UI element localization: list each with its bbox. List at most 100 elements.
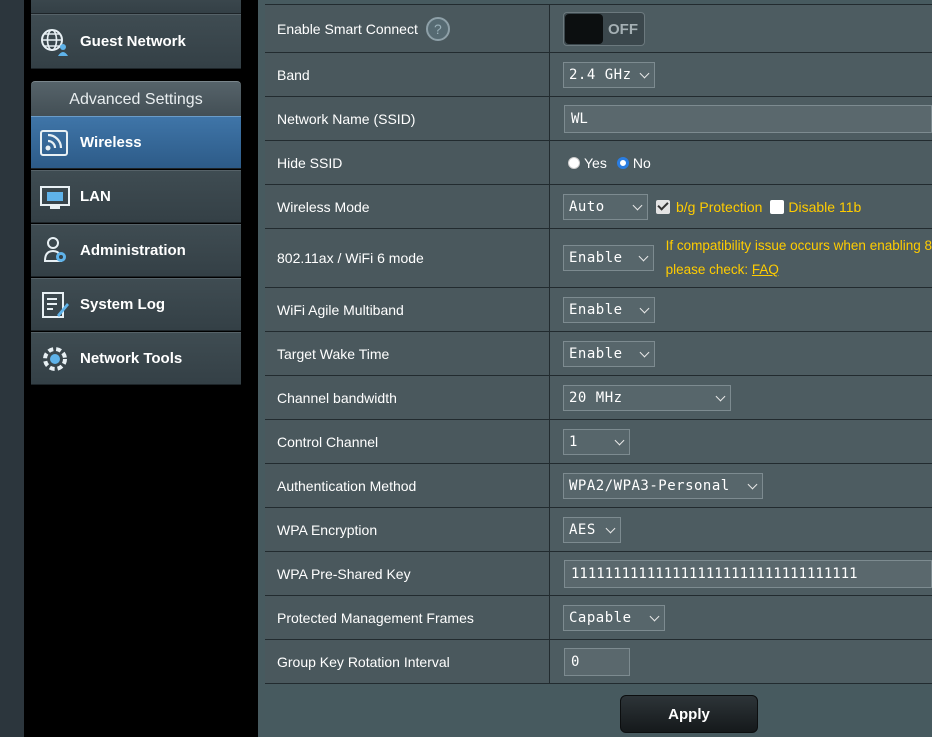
ssid-input[interactable]: WL bbox=[564, 104, 932, 133]
smart-connect-label: Enable Smart Connect bbox=[277, 20, 418, 37]
row-agile-multiband: WiFi Agile Multiband Enable bbox=[265, 288, 932, 332]
bg-protection-checkbox[interactable] bbox=[656, 199, 670, 214]
checkbox-label: b/g Protection bbox=[676, 198, 763, 215]
target-wake-time-select-value: Enable bbox=[569, 345, 623, 362]
toggle-state: OFF bbox=[608, 20, 638, 38]
warning-text: please check: bbox=[665, 262, 752, 277]
apply-button[interactable]: Apply bbox=[620, 695, 758, 733]
row-label: WPA Encryption bbox=[265, 508, 550, 551]
row-value: Auto b/g Protection Disable 11b bbox=[550, 185, 932, 228]
sidebar-item-guest-network[interactable]: Guest Network bbox=[31, 14, 241, 69]
radio-label: Yes bbox=[584, 154, 607, 171]
control-channel-select-value: 1 bbox=[569, 433, 578, 450]
hide-ssid-yes-radio[interactable] bbox=[568, 156, 580, 169]
wifi6-mode-select[interactable]: Enable bbox=[563, 245, 654, 271]
administration-icon bbox=[38, 234, 72, 268]
row-value: OFF bbox=[550, 5, 932, 52]
control-channel-select[interactable]: 1 bbox=[563, 428, 630, 455]
row-value: 2.4 GHz bbox=[550, 53, 932, 96]
hide-ssid-no-radio[interactable] bbox=[616, 156, 629, 169]
wifi6-warning: If compatibility issue occurs when enabl… bbox=[666, 234, 932, 282]
sidebar-item-label: Guest Network bbox=[80, 33, 186, 50]
lan-icon bbox=[38, 180, 72, 214]
row-value: 0 bbox=[550, 640, 932, 683]
help-icon[interactable]: ? bbox=[425, 16, 450, 41]
authentication-method-select[interactable]: WPA2/WPA3-Personal bbox=[563, 472, 763, 499]
wireless-mode-select[interactable]: Auto bbox=[563, 193, 648, 220]
wireless-settings-table: Enable Smart Connect ? OFF Band 2.4 GHz … bbox=[265, 4, 932, 684]
row-value: WL bbox=[550, 97, 932, 140]
chevron-down-icon bbox=[639, 303, 650, 313]
row-value: Enable If compatibility issue occurs whe… bbox=[550, 229, 932, 287]
channel-bandwidth-select[interactable]: 20 MHz bbox=[563, 384, 731, 411]
psk-input[interactable]: 1111111111111111111111111111111111 bbox=[564, 559, 932, 588]
warning-line-2: please check: FAQ bbox=[666, 258, 932, 282]
network-tools-icon bbox=[38, 342, 72, 376]
row-value: Enable bbox=[550, 332, 932, 375]
chevron-down-icon bbox=[614, 435, 625, 445]
row-label: Band bbox=[265, 53, 550, 96]
pmf-select[interactable]: Capable bbox=[563, 604, 665, 631]
row-value: 1 bbox=[550, 420, 932, 463]
sidebar-item-label: Network Tools bbox=[80, 350, 183, 367]
smart-connect-toggle[interactable]: OFF bbox=[563, 11, 645, 46]
row-wireless-mode: Wireless Mode Auto b/g Protection Disabl… bbox=[265, 185, 932, 229]
row-label: 802.11ax / WiFi 6 mode bbox=[265, 229, 550, 287]
chevron-down-icon bbox=[639, 68, 650, 78]
row-label: Wireless Mode bbox=[265, 185, 550, 228]
row-pmf: Protected Management Frames Capable bbox=[265, 596, 932, 640]
row-label: Group Key Rotation Interval bbox=[265, 640, 550, 683]
group-key-input[interactable]: 0 bbox=[564, 647, 630, 676]
system-log-icon bbox=[38, 288, 72, 322]
band-select[interactable]: 2.4 GHz bbox=[563, 61, 655, 88]
row-wpa-psk: WPA Pre-Shared Key 111111111111111111111… bbox=[265, 552, 932, 596]
sidebar-item-top[interactable] bbox=[31, 0, 241, 14]
row-value: Enable bbox=[550, 288, 932, 331]
row-value: 20 MHz bbox=[550, 376, 932, 419]
row-hide-ssid: Hide SSID Yes No bbox=[265, 141, 932, 185]
toggle-knob bbox=[565, 13, 603, 44]
row-control-channel: Control Channel 1 bbox=[265, 420, 932, 464]
chevron-down-icon bbox=[747, 479, 758, 489]
target-wake-time-select[interactable]: Enable bbox=[563, 340, 655, 367]
row-ssid: Network Name (SSID) WL bbox=[265, 97, 932, 141]
wireless-icon bbox=[38, 126, 72, 160]
row-authentication-method: Authentication Method WPA2/WPA3-Personal bbox=[265, 464, 932, 508]
row-value: Yes No bbox=[550, 141, 932, 184]
sidebar-item-administration[interactable]: Administration bbox=[31, 224, 241, 277]
row-label: Target Wake Time bbox=[265, 332, 550, 375]
row-smart-connect: Enable Smart Connect ? OFF bbox=[265, 5, 932, 53]
sidebar-item-label: LAN bbox=[80, 188, 111, 205]
row-label: WiFi Agile Multiband bbox=[265, 288, 550, 331]
row-label: WPA Pre-Shared Key bbox=[265, 552, 550, 595]
row-label: Network Name (SSID) bbox=[265, 97, 550, 140]
wpa-encryption-select-value: AES bbox=[569, 521, 596, 538]
row-label: Hide SSID bbox=[265, 141, 550, 184]
row-value: Capable bbox=[550, 596, 932, 639]
row-wifi6-mode: 802.11ax / WiFi 6 mode Enable If compati… bbox=[265, 229, 932, 288]
sidebar-item-network-tools[interactable]: Network Tools bbox=[31, 332, 241, 385]
channel-bandwidth-select-value: 20 MHz bbox=[569, 389, 623, 406]
row-value: 1111111111111111111111111111111111 bbox=[550, 552, 932, 595]
faq-link[interactable]: FAQ bbox=[752, 262, 779, 277]
chevron-down-icon bbox=[638, 251, 649, 262]
authentication-method-select-value: WPA2/WPA3-Personal bbox=[569, 477, 730, 494]
chevron-down-icon bbox=[605, 523, 616, 533]
radio-label: No bbox=[632, 154, 651, 171]
chevron-down-icon bbox=[715, 391, 726, 401]
row-label: Channel bandwidth bbox=[265, 376, 550, 419]
wpa-encryption-select[interactable]: AES bbox=[563, 516, 621, 543]
sidebar-item-system-log[interactable]: System Log bbox=[31, 278, 241, 331]
row-wpa-encryption: WPA Encryption AES bbox=[265, 508, 932, 552]
row-band: Band 2.4 GHz bbox=[265, 53, 932, 97]
chevron-down-icon bbox=[649, 611, 660, 621]
row-target-wake-time: Target Wake Time Enable bbox=[265, 332, 932, 376]
agile-multiband-select-value: Enable bbox=[569, 301, 623, 318]
sidebar-item-wireless[interactable]: Wireless bbox=[31, 116, 241, 169]
agile-multiband-select[interactable]: Enable bbox=[563, 296, 655, 323]
disable-11b-checkbox[interactable] bbox=[770, 199, 785, 214]
sidebar-item-lan[interactable]: LAN bbox=[31, 170, 241, 223]
row-channel-bandwidth: Channel bandwidth 20 MHz bbox=[265, 376, 932, 420]
wireless-mode-select-value: Auto bbox=[569, 198, 605, 215]
globe-icon bbox=[38, 25, 72, 59]
